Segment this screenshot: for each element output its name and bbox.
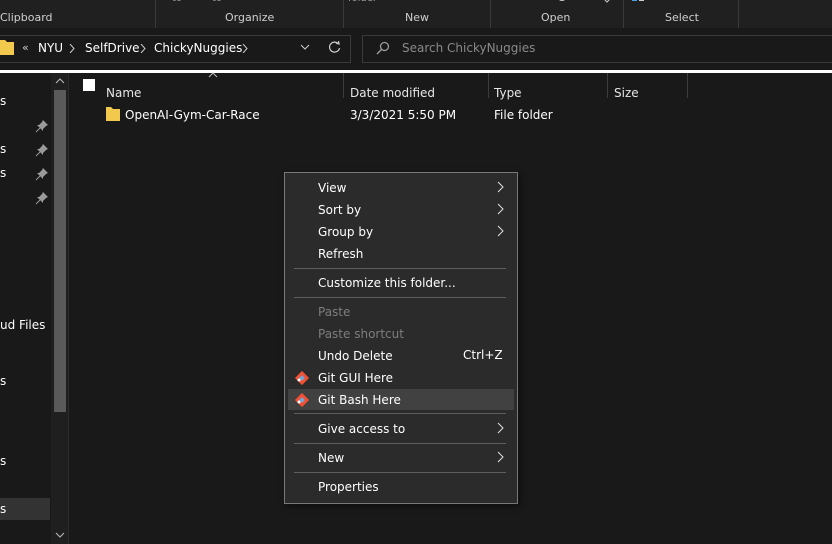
file-name[interactable]: OpenAI-Gym-Car-Race [125, 108, 260, 122]
menu-separator [294, 268, 506, 269]
menu-item-sort-by[interactable]: Sort by [318, 203, 361, 217]
submenu-arrow-icon [497, 225, 504, 237]
column-name[interactable]: Name [106, 86, 141, 100]
ribbon-group-select[interactable]: Select [665, 11, 699, 24]
ribbon-group-clipboard[interactable]: Clipboard [0, 11, 53, 24]
ribbon-separator [155, 0, 156, 28]
pin-icon [35, 168, 48, 181]
breadcrumb-chevron-icon[interactable] [242, 44, 248, 53]
ribbon-group-organize[interactable]: Organize [225, 11, 274, 24]
menu-item-customize[interactable]: Customize this folder... [318, 276, 456, 290]
select-icon [632, 0, 644, 1]
nav-item[interactable]: s [0, 142, 6, 156]
breadcrumb-chevron-icon[interactable] [69, 44, 75, 53]
menu-item-paste-shortcut: Paste shortcut [318, 327, 404, 341]
menu-item-refresh[interactable]: Refresh [318, 247, 363, 261]
search-placeholder: Search ChickyNuggies [402, 41, 536, 55]
folder-icon [0, 40, 14, 55]
submenu-arrow-icon [497, 451, 504, 463]
overflow-chevron-icon[interactable]: « [22, 41, 29, 54]
search-icon [376, 41, 390, 55]
nav-item[interactable]: ud Files [0, 318, 45, 332]
ribbon-cut-text: to [212, 0, 222, 4]
menu-item-git-bash[interactable]: Git Bash Here [318, 393, 401, 407]
nav-item-selected[interactable] [0, 498, 50, 520]
open-icon [559, 0, 565, 1]
nav-item[interactable]: s [0, 502, 6, 516]
column-separator[interactable] [488, 73, 489, 98]
git-bash-icon [294, 392, 310, 408]
scroll-down-icon[interactable] [55, 532, 65, 539]
menu-item-undo-delete[interactable]: Undo Delete [318, 349, 393, 363]
menu-separator [294, 443, 506, 444]
nav-item[interactable]: s [0, 454, 6, 468]
breadcrumb-chevron-icon[interactable] [140, 44, 146, 53]
ribbon-group-open[interactable]: Open [541, 11, 570, 24]
ribbon-group-new[interactable]: New [405, 11, 429, 24]
pin-icon [35, 144, 48, 157]
pin-icon [35, 192, 48, 205]
sort-ascending-icon [208, 72, 218, 78]
nav-item[interactable]: s [0, 374, 6, 388]
breadcrumb-chickynuggies[interactable]: ChickyNuggies [154, 41, 242, 55]
column-type[interactable]: Type [494, 86, 522, 100]
git-gui-icon [294, 370, 310, 386]
menu-item-properties[interactable]: Properties [318, 480, 379, 494]
column-separator[interactable] [607, 73, 608, 98]
dropdown-chevron-icon[interactable] [300, 44, 310, 50]
ribbon-separator [343, 0, 344, 28]
undo-shortcut: Ctrl+Z [463, 348, 503, 362]
menu-separator [294, 297, 506, 298]
file-type: File folder [494, 108, 553, 122]
breadcrumb-nyu[interactable]: NYU [38, 41, 63, 55]
ribbon-cut-text: to [172, 0, 182, 4]
submenu-arrow-icon [497, 422, 504, 434]
divider [0, 70, 832, 73]
menu-item-paste: Paste [318, 305, 351, 319]
menu-item-group-by[interactable]: Group by [318, 225, 373, 239]
ribbon-separator [623, 0, 624, 28]
menu-item-new[interactable]: New [318, 451, 344, 465]
select-all-checkbox[interactable] [83, 79, 95, 91]
submenu-arrow-icon [497, 203, 504, 215]
nav-item[interactable]: s [0, 166, 6, 180]
column-date-modified[interactable]: Date modified [350, 86, 435, 100]
ribbon-separator [738, 0, 739, 28]
menu-separator [294, 413, 506, 414]
breadcrumb-selfdrive[interactable]: SelfDrive [85, 41, 140, 55]
menu-item-give-access[interactable]: Give access to [318, 422, 405, 436]
scroll-up-icon[interactable] [55, 77, 65, 84]
file-date: 3/3/2021 5:50 PM [350, 108, 457, 122]
submenu-arrow-icon [497, 181, 504, 193]
menu-separator [294, 472, 506, 473]
pin-icon [35, 120, 48, 133]
column-size[interactable]: Size [614, 86, 639, 100]
column-separator[interactable] [687, 73, 688, 98]
menu-item-git-gui[interactable]: Git GUI Here [318, 371, 393, 385]
folder-icon [106, 107, 120, 121]
ribbon-separator [490, 0, 491, 28]
ribbon-cut-text: folder [348, 0, 377, 4]
nav-scrollbar-thumb[interactable] [54, 90, 66, 412]
refresh-icon[interactable] [328, 41, 341, 54]
nav-item[interactable]: s [0, 94, 6, 108]
menu-item-view[interactable]: View [318, 181, 346, 195]
chevron-down-icon [604, 0, 610, 3]
column-separator[interactable] [343, 73, 344, 98]
